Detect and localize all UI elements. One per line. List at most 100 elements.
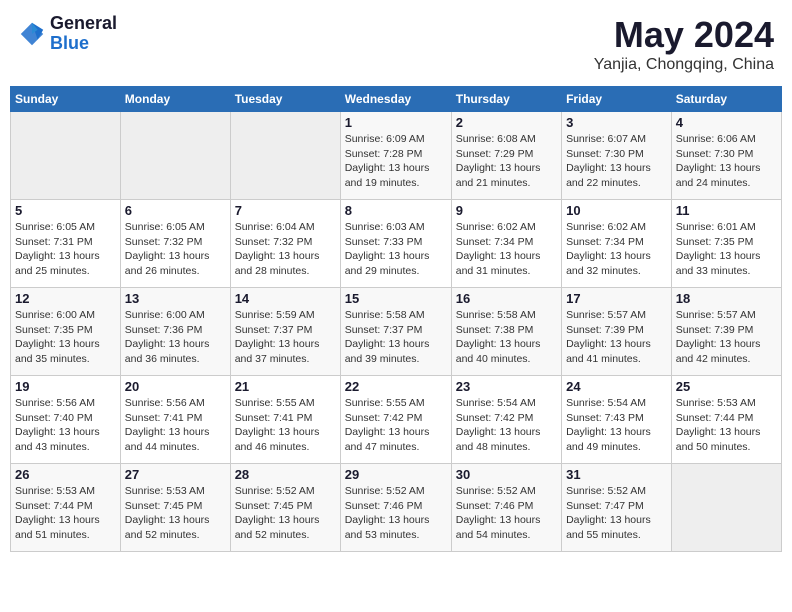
day-info: Sunrise: 6:00 AMSunset: 7:35 PMDaylight:… xyxy=(15,308,116,367)
day-info: Sunrise: 5:56 AMSunset: 7:40 PMDaylight:… xyxy=(15,396,116,455)
day-number: 25 xyxy=(676,379,777,394)
day-info: Sunrise: 6:04 AMSunset: 7:32 PMDaylight:… xyxy=(235,220,336,279)
calendar-cell: 21 Sunrise: 5:55 AMSunset: 7:41 PMDayligh… xyxy=(230,376,340,464)
day-number: 22 xyxy=(345,379,447,394)
calendar-cell: 2 Sunrise: 6:08 AMSunset: 7:29 PMDaylight… xyxy=(451,112,561,200)
day-number: 4 xyxy=(676,115,777,130)
day-info: Sunrise: 5:57 AMSunset: 7:39 PMDaylight:… xyxy=(676,308,777,367)
day-number: 2 xyxy=(456,115,557,130)
weekday-header-thursday: Thursday xyxy=(451,87,561,112)
day-info: Sunrise: 5:59 AMSunset: 7:37 PMDaylight:… xyxy=(235,308,336,367)
day-info: Sunrise: 6:06 AMSunset: 7:30 PMDaylight:… xyxy=(676,132,777,191)
calendar-cell: 30 Sunrise: 5:52 AMSunset: 7:46 PMDayligh… xyxy=(451,464,561,552)
day-info: Sunrise: 5:53 AMSunset: 7:45 PMDaylight:… xyxy=(125,484,226,543)
day-number: 18 xyxy=(676,291,777,306)
day-number: 20 xyxy=(125,379,226,394)
day-number: 9 xyxy=(456,203,557,218)
calendar-title: May 2024 xyxy=(594,14,774,56)
day-info: Sunrise: 5:56 AMSunset: 7:41 PMDaylight:… xyxy=(125,396,226,455)
day-number: 6 xyxy=(125,203,226,218)
week-row-2: 5 Sunrise: 6:05 AMSunset: 7:31 PMDaylight… xyxy=(11,200,782,288)
day-number: 14 xyxy=(235,291,336,306)
day-number: 19 xyxy=(15,379,116,394)
day-info: Sunrise: 6:07 AMSunset: 7:30 PMDaylight:… xyxy=(566,132,667,191)
day-number: 24 xyxy=(566,379,667,394)
day-info: Sunrise: 5:52 AMSunset: 7:46 PMDaylight:… xyxy=(345,484,447,543)
week-row-4: 19 Sunrise: 5:56 AMSunset: 7:40 PMDayligh… xyxy=(11,376,782,464)
calendar-cell: 19 Sunrise: 5:56 AMSunset: 7:40 PMDayligh… xyxy=(11,376,121,464)
day-info: Sunrise: 5:54 AMSunset: 7:43 PMDaylight:… xyxy=(566,396,667,455)
calendar-cell: 8 Sunrise: 6:03 AMSunset: 7:33 PMDaylight… xyxy=(340,200,451,288)
page-header: General Blue May 2024 Yanjia, Chongqing,… xyxy=(10,10,782,78)
calendar-cell: 23 Sunrise: 5:54 AMSunset: 7:42 PMDayligh… xyxy=(451,376,561,464)
calendar-cell: 18 Sunrise: 5:57 AMSunset: 7:39 PMDayligh… xyxy=(671,288,781,376)
calendar-cell: 12 Sunrise: 6:00 AMSunset: 7:35 PMDayligh… xyxy=(11,288,121,376)
day-info: Sunrise: 5:52 AMSunset: 7:47 PMDaylight:… xyxy=(566,484,667,543)
weekday-header-saturday: Saturday xyxy=(671,87,781,112)
day-number: 1 xyxy=(345,115,447,130)
day-info: Sunrise: 5:54 AMSunset: 7:42 PMDaylight:… xyxy=(456,396,557,455)
day-number: 26 xyxy=(15,467,116,482)
day-number: 29 xyxy=(345,467,447,482)
day-info: Sunrise: 6:05 AMSunset: 7:31 PMDaylight:… xyxy=(15,220,116,279)
logo: General Blue xyxy=(18,14,117,54)
week-row-3: 12 Sunrise: 6:00 AMSunset: 7:35 PMDayligh… xyxy=(11,288,782,376)
day-number: 27 xyxy=(125,467,226,482)
weekday-header-wednesday: Wednesday xyxy=(340,87,451,112)
day-info: Sunrise: 5:55 AMSunset: 7:41 PMDaylight:… xyxy=(235,396,336,455)
day-number: 8 xyxy=(345,203,447,218)
calendar-cell xyxy=(671,464,781,552)
logo-icon xyxy=(18,20,46,48)
day-number: 5 xyxy=(15,203,116,218)
calendar-cell: 3 Sunrise: 6:07 AMSunset: 7:30 PMDaylight… xyxy=(562,112,672,200)
title-block: May 2024 Yanjia, Chongqing, China xyxy=(594,14,774,74)
weekday-header-sunday: Sunday xyxy=(11,87,121,112)
calendar-cell: 26Sunrise: 5:53 AMSunset: 7:44 PMDayligh… xyxy=(11,464,121,552)
day-number: 12 xyxy=(15,291,116,306)
calendar-cell: 31Sunrise: 5:52 AMSunset: 7:47 PMDayligh… xyxy=(562,464,672,552)
day-number: 3 xyxy=(566,115,667,130)
day-number: 7 xyxy=(235,203,336,218)
logo-general: General xyxy=(50,14,117,34)
weekday-header-monday: Monday xyxy=(120,87,230,112)
day-info: Sunrise: 5:55 AMSunset: 7:42 PMDaylight:… xyxy=(345,396,447,455)
calendar-cell: 24 Sunrise: 5:54 AMSunset: 7:43 PMDayligh… xyxy=(562,376,672,464)
day-number: 16 xyxy=(456,291,557,306)
calendar-cell xyxy=(230,112,340,200)
calendar-cell: 27 Sunrise: 5:53 AMSunset: 7:45 PMDayligh… xyxy=(120,464,230,552)
calendar-cell: 17 Sunrise: 5:57 AMSunset: 7:39 PMDayligh… xyxy=(562,288,672,376)
calendar-cell: 29 Sunrise: 5:52 AMSunset: 7:46 PMDayligh… xyxy=(340,464,451,552)
day-info: Sunrise: 6:01 AMSunset: 7:35 PMDaylight:… xyxy=(676,220,777,279)
week-row-5: 26Sunrise: 5:53 AMSunset: 7:44 PMDayligh… xyxy=(11,464,782,552)
calendar-location: Yanjia, Chongqing, China xyxy=(594,56,774,74)
day-number: 30 xyxy=(456,467,557,482)
day-info: Sunrise: 6:03 AMSunset: 7:33 PMDaylight:… xyxy=(345,220,447,279)
weekday-header-friday: Friday xyxy=(562,87,672,112)
calendar-cell: 1Sunrise: 6:09 AMSunset: 7:28 PMDaylight… xyxy=(340,112,451,200)
day-info: Sunrise: 5:57 AMSunset: 7:39 PMDaylight:… xyxy=(566,308,667,367)
calendar-cell: 22 Sunrise: 5:55 AMSunset: 7:42 PMDayligh… xyxy=(340,376,451,464)
calendar-cell: 13Sunrise: 6:00 AMSunset: 7:36 PMDayligh… xyxy=(120,288,230,376)
logo-blue: Blue xyxy=(50,34,117,54)
calendar-cell xyxy=(11,112,121,200)
week-row-1: 1Sunrise: 6:09 AMSunset: 7:28 PMDaylight… xyxy=(11,112,782,200)
day-info: Sunrise: 5:58 AMSunset: 7:37 PMDaylight:… xyxy=(345,308,447,367)
calendar-cell: 16 Sunrise: 5:58 AMSunset: 7:38 PMDayligh… xyxy=(451,288,561,376)
day-info: Sunrise: 6:08 AMSunset: 7:29 PMDaylight:… xyxy=(456,132,557,191)
day-info: Sunrise: 5:52 AMSunset: 7:46 PMDaylight:… xyxy=(456,484,557,543)
logo-text: General Blue xyxy=(50,14,117,54)
day-number: 23 xyxy=(456,379,557,394)
day-number: 17 xyxy=(566,291,667,306)
calendar-cell xyxy=(120,112,230,200)
day-number: 11 xyxy=(676,203,777,218)
calendar-cell: 7 Sunrise: 6:04 AMSunset: 7:32 PMDaylight… xyxy=(230,200,340,288)
calendar-cell: 5 Sunrise: 6:05 AMSunset: 7:31 PMDaylight… xyxy=(11,200,121,288)
day-info: Sunrise: 6:05 AMSunset: 7:32 PMDaylight:… xyxy=(125,220,226,279)
day-info: Sunrise: 6:02 AMSunset: 7:34 PMDaylight:… xyxy=(456,220,557,279)
day-info: Sunrise: 6:02 AMSunset: 7:34 PMDaylight:… xyxy=(566,220,667,279)
day-number: 21 xyxy=(235,379,336,394)
day-info: Sunrise: 5:58 AMSunset: 7:38 PMDaylight:… xyxy=(456,308,557,367)
calendar-table: SundayMondayTuesdayWednesdayThursdayFrid… xyxy=(10,86,782,552)
weekday-header-tuesday: Tuesday xyxy=(230,87,340,112)
day-number: 13 xyxy=(125,291,226,306)
